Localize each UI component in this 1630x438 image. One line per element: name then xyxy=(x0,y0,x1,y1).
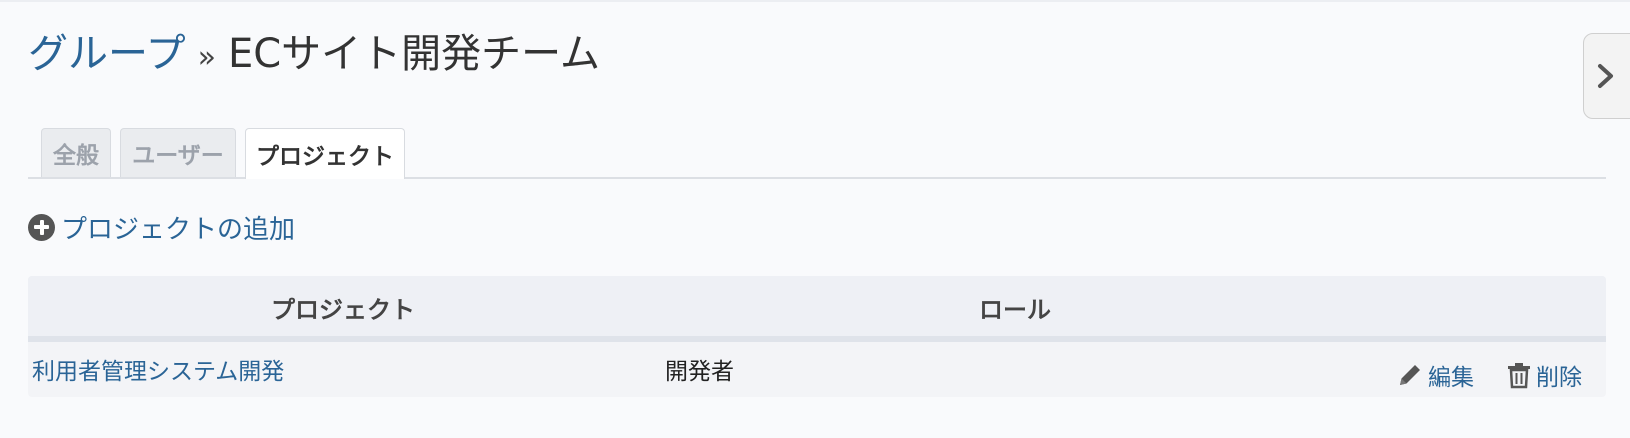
tab-projects[interactable]: プロジェクト xyxy=(245,128,405,179)
table-header: プロジェクト ロール xyxy=(28,276,1606,342)
add-project-label: プロジェクトの追加 xyxy=(61,214,296,245)
trash-icon xyxy=(1508,363,1530,389)
table-row: 利用者管理システム開発 開発者 編集 削除 xyxy=(28,342,1606,397)
page-title: グループ » ECサイト開発チーム xyxy=(28,26,600,86)
column-header-role: ロール xyxy=(979,296,1051,324)
tab-users[interactable]: ユーザー xyxy=(120,128,236,177)
role-cell: 開発者 xyxy=(665,359,734,385)
tab-bar: 全般 ユーザー プロジェクト xyxy=(28,127,1606,179)
pencil-icon xyxy=(1400,365,1420,385)
breadcrumb-parent-link[interactable]: グループ xyxy=(28,31,186,77)
sidebar-toggle-button[interactable] xyxy=(1583,33,1630,119)
add-project-link[interactable]: プロジェクトの追加 xyxy=(28,207,295,247)
tab-general[interactable]: 全般 xyxy=(41,128,111,177)
column-header-project: プロジェクト xyxy=(271,296,415,324)
breadcrumb-separator: » xyxy=(197,40,216,75)
top-border xyxy=(0,0,1630,2)
breadcrumb-current: ECサイト開発チーム xyxy=(227,31,600,77)
delete-label: 削除 xyxy=(1536,365,1582,391)
project-table: プロジェクト ロール 利用者管理システム開発 開発者 編集 削除 xyxy=(28,276,1606,397)
edit-label: 編集 xyxy=(1428,365,1474,391)
project-link[interactable]: 利用者管理システム開発 xyxy=(32,352,284,386)
plus-circle-icon xyxy=(28,213,55,241)
delete-button[interactable]: 削除 xyxy=(1506,358,1582,392)
edit-button[interactable]: 編集 xyxy=(1396,358,1474,392)
chevron-right-icon xyxy=(1598,64,1613,88)
